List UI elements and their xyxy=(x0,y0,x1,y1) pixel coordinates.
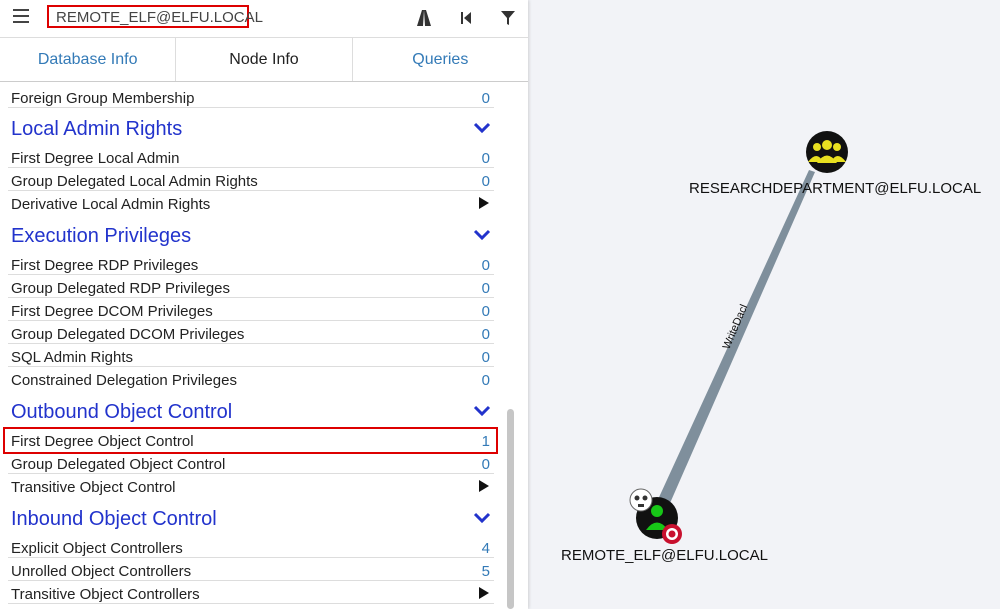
row-label: SQL Admin Rights xyxy=(11,349,133,366)
side-panel: REMOTE_ELF@ELFU.LOCAL Database Info Node… xyxy=(0,0,528,609)
chevron-down-icon xyxy=(473,229,491,241)
row-value[interactable]: 0 xyxy=(482,257,490,274)
row-label: First Degree RDP Privileges xyxy=(11,257,199,274)
row-label: First Degree Local Admin xyxy=(11,150,180,167)
row-value[interactable]: 0 xyxy=(482,280,490,297)
section-header-outbound[interactable]: Outbound Object Control xyxy=(11,401,491,427)
section-title: Outbound Object Control xyxy=(11,401,233,423)
expand-arrow-icon[interactable] xyxy=(479,197,489,209)
chevron-down-icon xyxy=(473,122,491,134)
graph-svg: WriteDacl xyxy=(629,131,848,544)
path-icon[interactable] xyxy=(414,8,434,28)
section-header-inbound[interactable]: Inbound Object Control xyxy=(11,508,491,534)
section-title: Local Admin Rights xyxy=(11,118,183,140)
row-label: Derivative Local Admin Rights xyxy=(11,196,211,213)
tab-bar: Database Info Node Info Queries xyxy=(0,38,528,82)
inbound-row-3[interactable]: Transitive Object Controllers xyxy=(8,582,494,604)
execution-row-2[interactable]: Group Delegated RDP Privileges 0 xyxy=(8,276,494,298)
execution-row-4[interactable]: Group Delegated DCOM Privileges 0 xyxy=(8,322,494,344)
chevron-down-icon xyxy=(473,405,491,417)
row-label: First Degree DCOM Privileges xyxy=(11,303,213,320)
local-admin-row-3[interactable]: Derivative Local Admin Rights xyxy=(8,192,494,214)
expand-arrow-icon[interactable] xyxy=(479,587,489,599)
row-value[interactable]: 4 xyxy=(482,540,490,557)
row-label: Transitive Object Control xyxy=(11,479,176,496)
local-admin-row-2[interactable]: Group Delegated Local Admin Rights 0 xyxy=(8,169,494,191)
search-input[interactable]: REMOTE_ELF@ELFU.LOCAL xyxy=(47,5,263,28)
row-value[interactable]: 0 xyxy=(482,372,490,389)
row-label: Foreign Group Membership xyxy=(11,90,195,107)
tab-database-info[interactable]: Database Info xyxy=(0,38,177,81)
top-bar: REMOTE_ELF@ELFU.LOCAL xyxy=(0,0,528,38)
row-value[interactable]: 0 xyxy=(482,349,490,366)
inbound-row-1[interactable]: Explicit Object Controllers 4 xyxy=(8,536,494,558)
inbound-row-2[interactable]: Unrolled Object Controllers 5 xyxy=(8,559,494,581)
row-label: Transitive Object Controllers xyxy=(11,586,200,603)
tab-queries[interactable]: Queries xyxy=(353,38,528,81)
execution-row-6[interactable]: Constrained Delegation Privileges 0 xyxy=(8,368,494,390)
execution-row-5[interactable]: SQL Admin Rights 0 xyxy=(8,345,494,367)
outbound-row-2[interactable]: Group Delegated Object Control 0 xyxy=(8,452,494,474)
outbound-row-3[interactable]: Transitive Object Control xyxy=(8,475,494,497)
row-label: Group Delegated Local Admin Rights xyxy=(11,173,258,190)
foreign-group-membership-row[interactable]: Foreign Group Membership 0 xyxy=(8,86,494,108)
row-label: Group Delegated Object Control xyxy=(11,456,226,473)
row-value[interactable]: 0 xyxy=(482,303,490,320)
expand-arrow-icon[interactable] xyxy=(479,480,489,492)
row-label: Constrained Delegation Privileges xyxy=(11,372,237,389)
group-node[interactable] xyxy=(806,131,848,173)
group-node-label: RESEARCHDEPARTMENT@ELFU.LOCAL xyxy=(689,180,982,197)
graph-canvas[interactable]: WriteDacl RESEARCHDEPARTMENT@ELFU.LOCAL … xyxy=(529,0,1000,609)
section-title: Execution Privileges xyxy=(11,225,192,247)
section-title: Inbound Object Control xyxy=(11,508,217,530)
row-label: Group Delegated RDP Privileges xyxy=(11,280,231,297)
user-node[interactable] xyxy=(629,488,682,544)
execution-row-1[interactable]: First Degree RDP Privileges 0 xyxy=(8,253,494,275)
owned-skull-icon xyxy=(629,488,653,512)
menu-icon[interactable] xyxy=(13,9,29,25)
user-node-label: REMOTE_ELF@ELFU.LOCAL xyxy=(561,547,768,564)
section-header-local-admin[interactable]: Local Admin Rights xyxy=(11,118,491,144)
section-header-execution[interactable]: Execution Privileges xyxy=(11,225,491,251)
row-value[interactable]: 0 xyxy=(482,456,490,473)
row-label: Explicit Object Controllers xyxy=(11,540,183,557)
chevron-down-icon xyxy=(473,512,491,524)
row-value[interactable]: 0 xyxy=(482,150,490,167)
scrollbar[interactable] xyxy=(507,409,514,609)
row-label: Unrolled Object Controllers xyxy=(11,563,192,580)
row-value[interactable]: 0 xyxy=(482,173,490,190)
row-value[interactable]: 0 xyxy=(482,326,490,343)
back-icon[interactable] xyxy=(456,8,476,28)
row-value[interactable]: 0 xyxy=(482,90,490,107)
execution-row-3[interactable]: First Degree DCOM Privileges 0 xyxy=(8,299,494,321)
highlight-box xyxy=(3,427,498,454)
tab-node-info[interactable]: Node Info xyxy=(176,38,353,81)
row-value[interactable]: 5 xyxy=(482,563,490,580)
target-icon xyxy=(662,524,682,544)
local-admin-row-1[interactable]: First Degree Local Admin 0 xyxy=(8,146,494,168)
row-label: Group Delegated DCOM Privileges xyxy=(11,326,245,343)
filter-icon[interactable] xyxy=(498,8,518,28)
